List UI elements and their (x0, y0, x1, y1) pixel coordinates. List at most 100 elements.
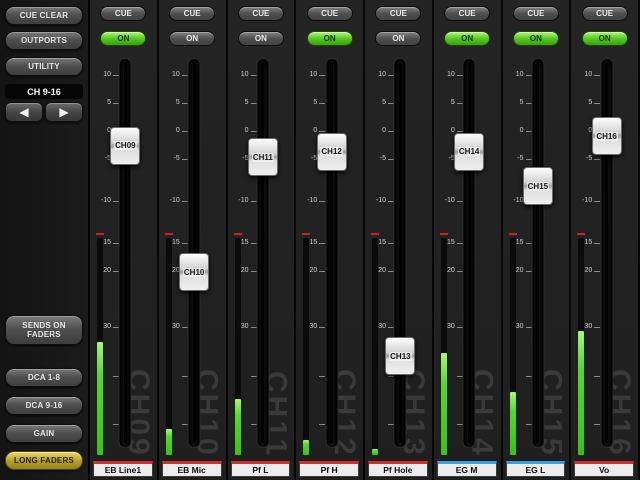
level-meter (578, 238, 584, 455)
cue-button[interactable]: CUE (513, 6, 559, 21)
bank-next-button[interactable]: ▶ (45, 102, 83, 122)
level-meter (97, 238, 103, 455)
channel-on-button[interactable]: ON (100, 31, 146, 46)
clip-indicator (509, 233, 517, 235)
scale-tick-label: -10 (299, 197, 317, 204)
scale-tick-label: 10 (437, 71, 455, 78)
clip-indicator (440, 233, 448, 235)
scale-tick-label: -10 (506, 197, 524, 204)
fader-handle[interactable]: CH15 (523, 167, 553, 205)
left-arrow-icon: ◀ (19, 106, 28, 118)
fader-handle[interactable]: CH13 (385, 337, 415, 375)
fader-handle[interactable]: CH16 (592, 117, 622, 155)
scale-tick-label: 5 (574, 99, 592, 106)
right-arrow-icon: ▶ (59, 106, 68, 118)
fader-handle[interactable]: CH12 (317, 133, 347, 171)
channel-name[interactable]: EG M (437, 461, 497, 477)
cue-clear-button[interactable]: CUE CLEAR (5, 6, 83, 25)
channel-on-button[interactable]: ON (582, 31, 628, 46)
cue-button[interactable]: CUE (307, 6, 353, 21)
channel-on-button[interactable]: ON (307, 31, 353, 46)
fader-handle[interactable]: CH11 (248, 138, 278, 176)
cue-button[interactable]: CUE (169, 6, 215, 21)
outports-button[interactable]: OUTPORTS (5, 31, 83, 50)
channel-strip: CUEON1050-5-10-15-20-30CH15CH15EG L (503, 0, 572, 480)
channel-name[interactable]: Vo (574, 461, 634, 477)
channel-on-button[interactable]: ON (444, 31, 490, 46)
fader-track[interactable] (531, 58, 544, 448)
fader-track[interactable] (256, 58, 269, 448)
scale-tick-label: 0 (368, 127, 386, 134)
level-meter-fill (303, 440, 309, 455)
channel-name[interactable]: EB Line1 (93, 461, 153, 477)
fader-handle[interactable]: CH14 (454, 133, 484, 171)
scale-tick-label: 5 (93, 99, 111, 106)
scale-tick-label: -5 (93, 155, 111, 162)
level-meter-fill (97, 342, 103, 455)
scale-tick-label: 10 (299, 71, 317, 78)
long-faders-button[interactable]: LONG FADERS (5, 451, 83, 470)
channel-name[interactable]: EG L (506, 461, 566, 477)
fader-handle-label: CH15 (527, 182, 549, 191)
utility-button[interactable]: UTILITY (5, 57, 83, 76)
scale-tick-label: -10 (574, 197, 592, 204)
channel-strip: CUEON1050-5-10-15-20-30CH12CH12Pf H (296, 0, 365, 480)
sends-on-faders-button[interactable]: SENDS ON FADERS (5, 315, 83, 345)
scale-tick-label: 0 (231, 127, 249, 134)
cue-button[interactable]: CUE (238, 6, 284, 21)
cue-button[interactable]: CUE (100, 6, 146, 21)
channel-name[interactable]: Pf L (231, 461, 291, 477)
channel-on-button[interactable]: ON (375, 31, 421, 46)
fader-handle-label: CH13 (389, 352, 411, 361)
channel-name[interactable]: Pf H (299, 461, 359, 477)
scale-tick-label: 0 (93, 127, 111, 134)
channel-on-button[interactable]: ON (238, 31, 284, 46)
dca-1-8-button[interactable]: DCA 1-8 (5, 368, 83, 387)
level-meter (372, 238, 378, 455)
scale-tick-label: 0 (574, 127, 592, 134)
scale-tick-label: 10 (93, 71, 111, 78)
cue-button[interactable]: CUE (582, 6, 628, 21)
scale-tick-label: -10 (162, 197, 180, 204)
scale-tick-label: -10 (437, 197, 455, 204)
fader-track[interactable] (394, 58, 407, 448)
channel-strip: CUEON1050-5-10-15-20-30CH10CH10EB Mic (159, 0, 228, 480)
fader-handle-label: CH11 (252, 153, 274, 162)
scale-tick-label: 0 (162, 127, 180, 134)
mixer-app: CUE CLEAR OUTPORTS UTILITY CH 9-16 ◀ ▶ S… (0, 0, 640, 480)
channel-on-button[interactable]: ON (169, 31, 215, 46)
level-meter (303, 238, 309, 455)
scale-tick-label: 5 (162, 99, 180, 106)
dca-9-16-button[interactable]: DCA 9-16 (5, 396, 83, 415)
level-meter-fill (441, 353, 447, 455)
cue-button[interactable]: CUE (375, 6, 421, 21)
fader-track[interactable] (119, 58, 132, 448)
level-meter-fill (235, 399, 241, 455)
fader-handle-label: CH09 (114, 141, 136, 150)
channel-name[interactable]: EB Mic (162, 461, 222, 477)
fader-track[interactable] (463, 58, 476, 448)
scale-tick-label: 10 (368, 71, 386, 78)
fader-handle[interactable]: CH09 (110, 127, 140, 165)
clip-indicator (302, 233, 310, 235)
clip-indicator (165, 233, 173, 235)
scale-tick-label: 0 (299, 127, 317, 134)
channel-strip: CUEON1050-5-10-15-20-30CH11CH11Pf L (228, 0, 297, 480)
channel-on-button[interactable]: ON (513, 31, 559, 46)
level-meter (166, 238, 172, 455)
fader-handle[interactable]: CH10 (179, 253, 209, 291)
scale-tick-label: -5 (368, 155, 386, 162)
scale-tick-label: -5 (162, 155, 180, 162)
scale-tick-label: 10 (506, 71, 524, 78)
scale-tick-label: -10 (368, 197, 386, 204)
bank-prev-button[interactable]: ◀ (5, 102, 43, 122)
clip-indicator (96, 233, 104, 235)
fader-track[interactable] (325, 58, 338, 448)
scale-tick-label: -5 (231, 155, 249, 162)
gain-button[interactable]: GAIN (5, 424, 83, 443)
channel-name[interactable]: Pf Hole (368, 461, 428, 477)
level-meter-fill (166, 429, 172, 455)
level-meter-fill (578, 331, 584, 455)
cue-button[interactable]: CUE (444, 6, 490, 21)
clip-indicator (577, 233, 585, 235)
